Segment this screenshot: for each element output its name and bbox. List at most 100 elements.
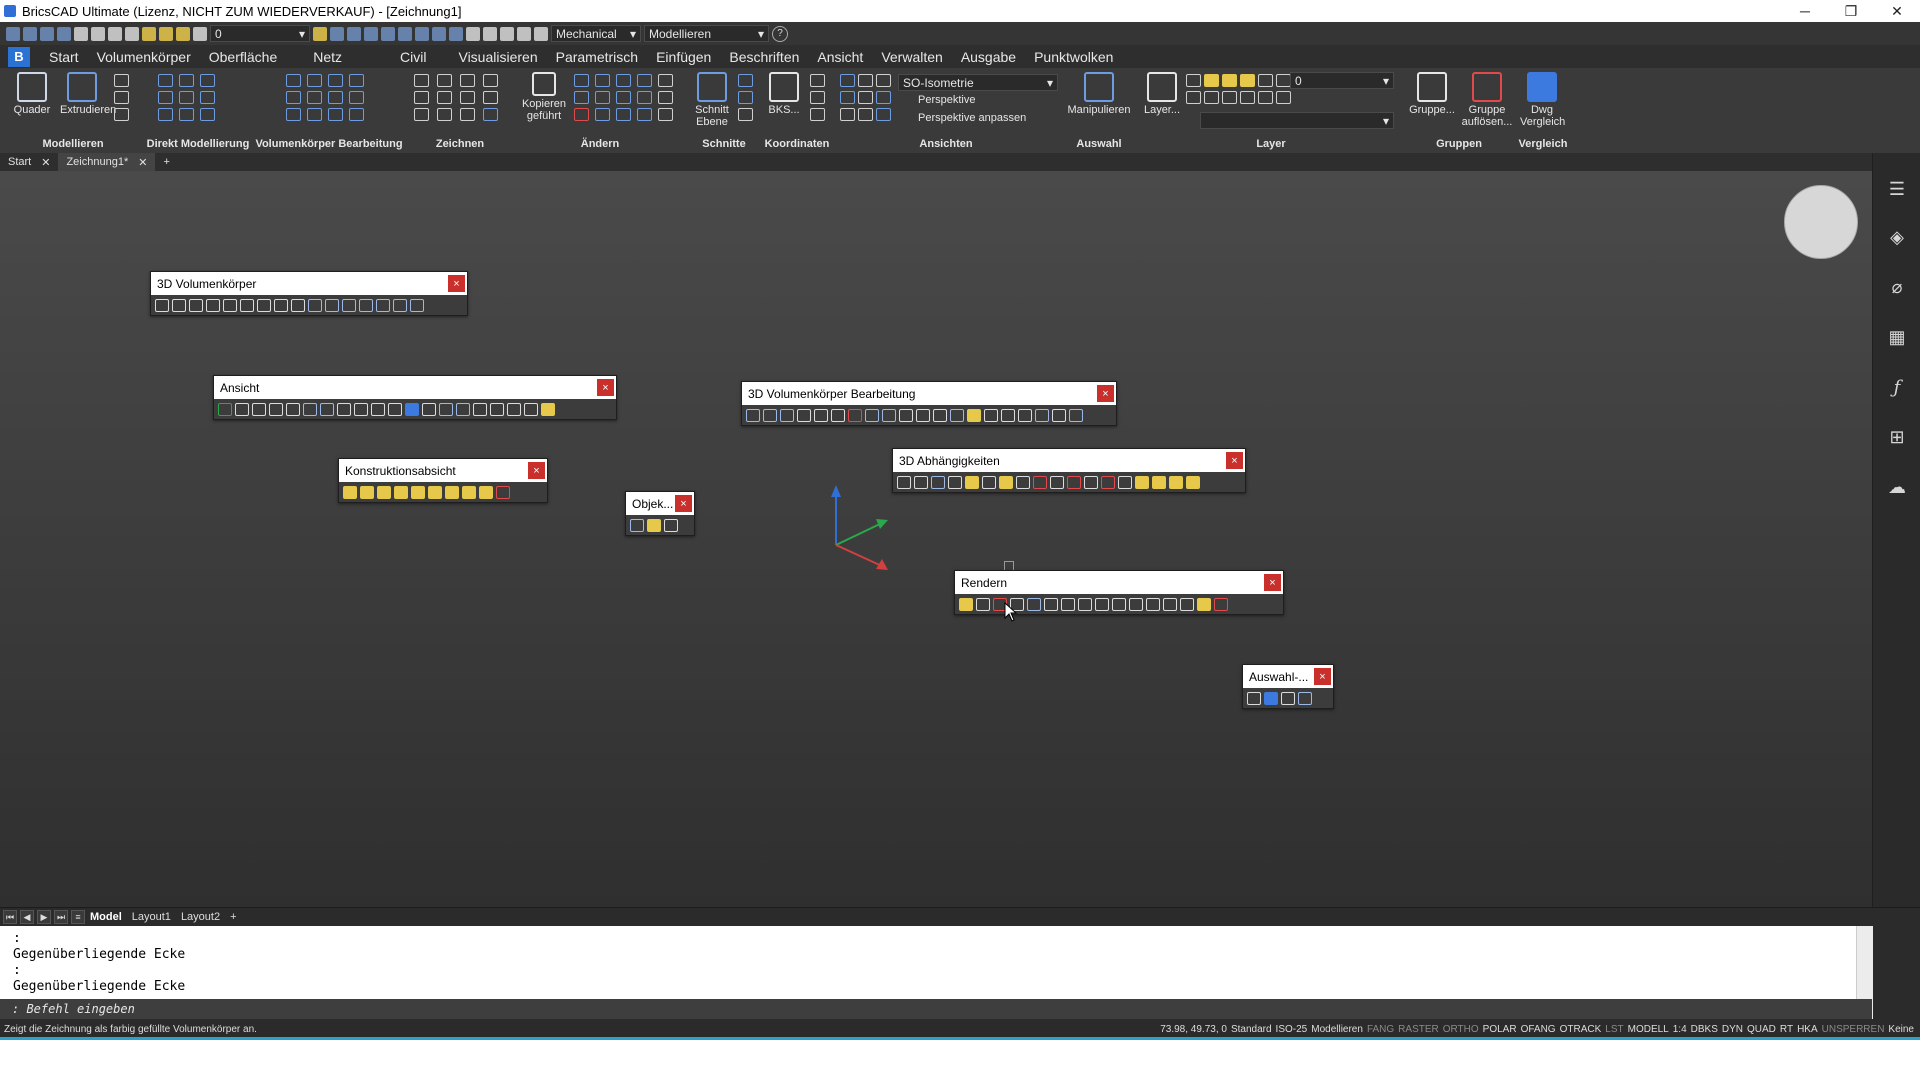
imprint-icon[interactable] bbox=[831, 408, 845, 422]
close-icon[interactable]: × bbox=[597, 379, 614, 396]
cylindrical-icon[interactable] bbox=[1152, 475, 1166, 489]
polysolid-icon[interactable] bbox=[376, 298, 390, 312]
select-boundary-icon[interactable] bbox=[1298, 691, 1312, 705]
menu-start[interactable]: Start bbox=[40, 49, 88, 65]
menu-ausgabe[interactable]: Ausgabe bbox=[952, 49, 1025, 65]
angle-icon[interactable] bbox=[1033, 475, 1047, 489]
point-icon[interactable] bbox=[483, 91, 498, 104]
properties-sliders-icon[interactable]: ☰ bbox=[1885, 177, 1909, 201]
toolbar-title[interactable]: 3D Volumenkörper × bbox=[151, 272, 467, 295]
orbit-icon[interactable] bbox=[840, 91, 855, 104]
swatch-icon[interactable] bbox=[1276, 74, 1291, 87]
zoom-out-icon[interactable] bbox=[252, 402, 266, 416]
properties-icon[interactable] bbox=[658, 108, 673, 121]
move-icon[interactable] bbox=[574, 74, 589, 87]
zoom-window-icon[interactable] bbox=[218, 402, 232, 416]
section-generate-icon[interactable] bbox=[738, 108, 753, 121]
thicken-icon[interactable] bbox=[865, 408, 879, 422]
layer-walk-icon[interactable] bbox=[1258, 91, 1273, 104]
tab-zeichnung1[interactable]: Zeichnung1* ✕ bbox=[58, 153, 156, 171]
intersect-icon[interactable] bbox=[328, 74, 343, 87]
menu-oberflaeche[interactable]: Oberfläche bbox=[200, 49, 286, 65]
loft-icon[interactable] bbox=[359, 298, 373, 312]
subtract-icon[interactable] bbox=[763, 408, 777, 422]
layer-merge-icon[interactable] bbox=[1276, 91, 1291, 104]
slice-icon[interactable] bbox=[797, 408, 811, 422]
shade-icon[interactable] bbox=[415, 26, 429, 41]
status-raster[interactable]: RASTER bbox=[1396, 1024, 1441, 1035]
rotate-face-icon[interactable] bbox=[1018, 408, 1032, 422]
pattern-icon[interactable] bbox=[1084, 475, 1098, 489]
section-settings-icon[interactable] bbox=[738, 91, 753, 104]
copy-edge-icon[interactable] bbox=[349, 108, 364, 121]
camera-icon[interactable] bbox=[876, 91, 891, 104]
delete-face-icon[interactable] bbox=[200, 91, 215, 104]
view-manager-icon[interactable] bbox=[858, 74, 873, 87]
palette-icon[interactable] bbox=[534, 26, 548, 41]
sun-icon[interactable] bbox=[1222, 74, 1237, 87]
toolbar-title[interactable]: Auswahl-... × bbox=[1243, 665, 1333, 688]
look-from-widget[interactable] bbox=[1784, 185, 1858, 259]
radius-icon[interactable] bbox=[1050, 475, 1064, 489]
taper-face-icon[interactable] bbox=[1035, 408, 1049, 422]
hidden-icon[interactable] bbox=[1027, 597, 1041, 611]
ellipse-icon[interactable] bbox=[460, 91, 475, 104]
cube-icon[interactable] bbox=[432, 26, 446, 41]
fillet-icon[interactable] bbox=[1069, 408, 1083, 422]
rotate-face-icon[interactable] bbox=[200, 74, 215, 87]
gruppe-aufloesen-button[interactable]: Gruppe auflösen... bbox=[1460, 72, 1514, 128]
imprint-icon[interactable] bbox=[307, 91, 322, 104]
rectangle-icon[interactable] bbox=[437, 108, 452, 121]
filter-icon[interactable] bbox=[381, 26, 395, 41]
polygon-icon[interactable] bbox=[414, 108, 429, 121]
interfere-icon[interactable] bbox=[814, 408, 828, 422]
status-polar[interactable]: POLAR bbox=[1481, 1024, 1519, 1035]
select-face-icon[interactable] bbox=[1264, 691, 1278, 705]
viewport-icon[interactable] bbox=[473, 402, 487, 416]
toolbar-title[interactable]: 3D Volumenkörper Bearbeitung × bbox=[742, 382, 1116, 405]
last-layout-icon[interactable]: ⏭ bbox=[54, 910, 68, 924]
torus2-icon[interactable] bbox=[291, 298, 305, 312]
schnitt-ebene-button[interactable]: Schnitt Ebene bbox=[690, 72, 734, 128]
layer-lock-icon[interactable] bbox=[176, 26, 190, 41]
explode-icon[interactable] bbox=[616, 108, 631, 121]
status-rt[interactable]: RT bbox=[1778, 1024, 1795, 1035]
region-icon[interactable] bbox=[483, 108, 498, 121]
shell-icon[interactable] bbox=[882, 408, 896, 422]
close-icon[interactable]: × bbox=[528, 462, 545, 479]
tangent-icon[interactable] bbox=[982, 475, 996, 489]
layout-list-icon[interactable]: ≡ bbox=[71, 910, 85, 924]
status-otrack[interactable]: OTRACK bbox=[1558, 1024, 1604, 1035]
status-quad[interactable]: QUAD bbox=[1745, 1024, 1778, 1035]
menu-volumenkoerper[interactable]: Volumenkörper bbox=[88, 49, 200, 65]
status-ofang[interactable]: OFANG bbox=[1519, 1024, 1558, 1035]
clean-icon[interactable] bbox=[286, 108, 301, 121]
close-icon[interactable]: ✕ bbox=[41, 156, 50, 169]
pyramid-icon[interactable] bbox=[189, 298, 203, 312]
helix-icon[interactable] bbox=[393, 298, 407, 312]
trim-icon[interactable] bbox=[595, 91, 610, 104]
eye-icon[interactable] bbox=[337, 402, 351, 416]
render-icon[interactable] bbox=[959, 597, 973, 611]
viewport-icon[interactable] bbox=[840, 108, 855, 121]
cone-icon[interactable] bbox=[206, 298, 220, 312]
help-icon[interactable]: ? bbox=[772, 25, 788, 42]
gruppe-button[interactable]: Gruppe... bbox=[1406, 72, 1458, 116]
first-layout-icon[interactable]: ⏮ bbox=[3, 910, 17, 924]
ucs-object-icon[interactable] bbox=[810, 108, 825, 121]
constraint6-icon[interactable] bbox=[428, 485, 442, 499]
torus-icon[interactable] bbox=[274, 298, 288, 312]
tab-layout1[interactable]: Layout1 bbox=[127, 911, 176, 923]
status-lst[interactable]: LST bbox=[1603, 1024, 1625, 1035]
formula-fx-icon[interactable]: ƒ bbox=[1885, 375, 1909, 399]
union-icon[interactable] bbox=[746, 408, 760, 422]
revolve-icon[interactable] bbox=[114, 74, 129, 87]
constraint9-icon[interactable] bbox=[479, 485, 493, 499]
named-views-icon[interactable] bbox=[439, 402, 453, 416]
camera-icon[interactable] bbox=[371, 402, 385, 416]
scale-icon[interactable] bbox=[616, 74, 631, 87]
sweep-icon[interactable] bbox=[342, 298, 356, 312]
structure-tree-icon[interactable]: ⊞ bbox=[1885, 425, 1909, 449]
interfere-icon[interactable] bbox=[286, 91, 301, 104]
close-icon[interactable]: × bbox=[1226, 452, 1243, 469]
